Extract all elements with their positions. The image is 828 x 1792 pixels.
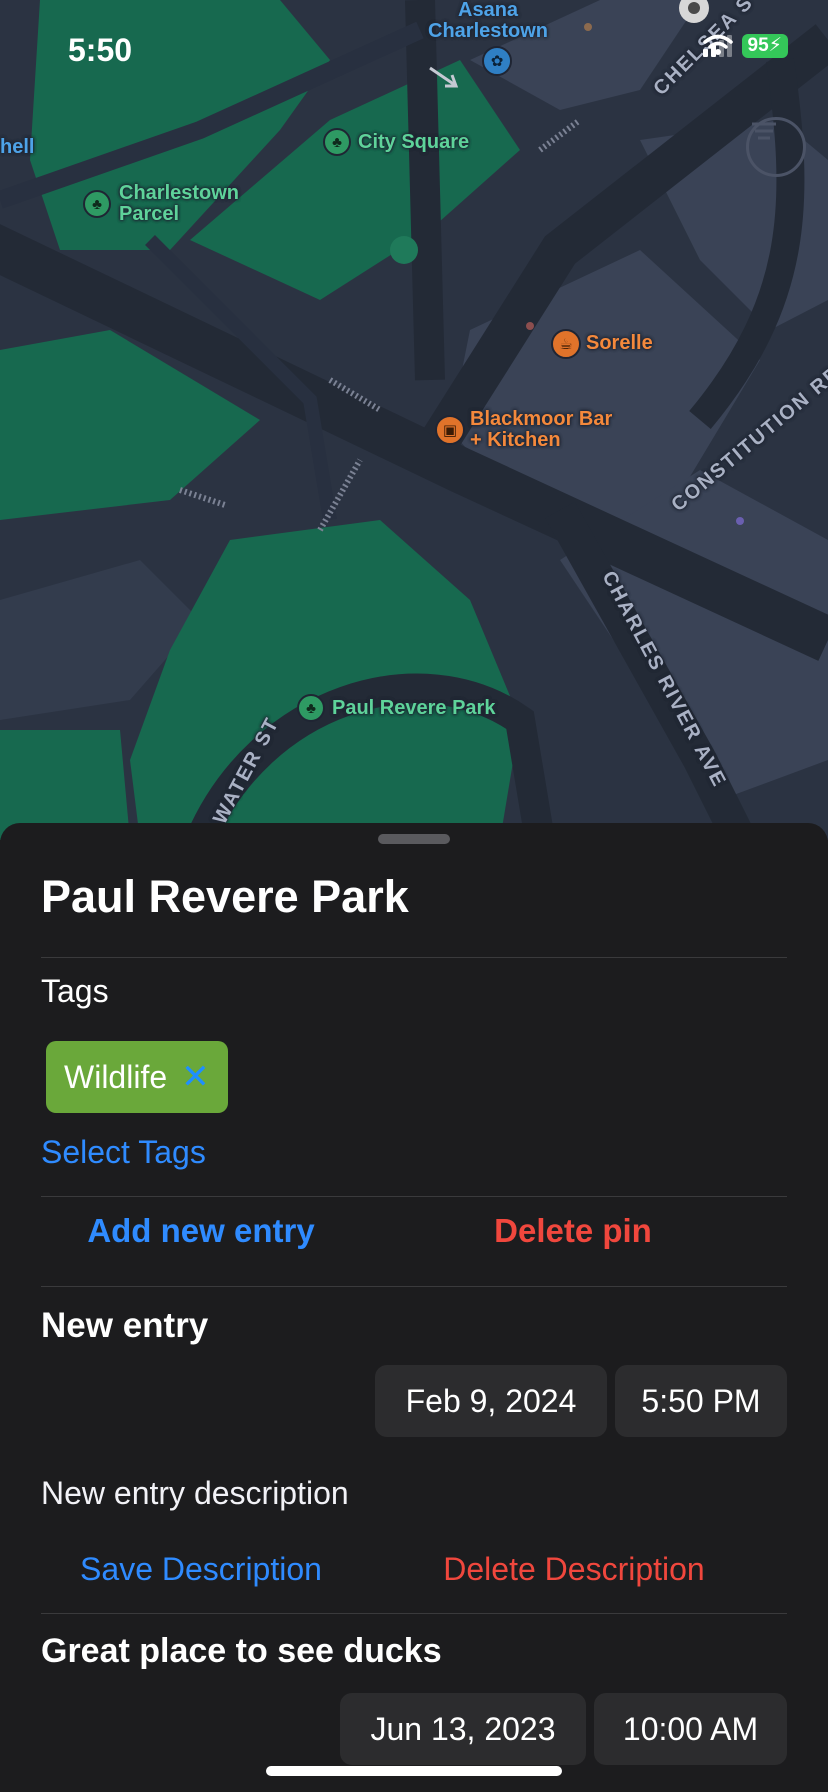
status-time: 5:50 [68, 32, 133, 68]
delete-pin-button[interactable]: Delete pin [413, 1212, 733, 1250]
list-icon [752, 122, 776, 140]
restaurant-poi-icon[interactable]: ▣ [435, 415, 465, 445]
map-label-asana[interactable]: Asana Charlestown [428, 0, 548, 42]
entry-time-picker[interactable]: 10:00 AM [594, 1693, 787, 1765]
home-indicator[interactable] [266, 1766, 562, 1776]
map-label-city-square[interactable]: City Square [358, 132, 469, 153]
save-description-button[interactable]: Save Description [41, 1551, 361, 1588]
park-poi-icon[interactable]: ♣ [323, 128, 351, 156]
map-label-sorelle[interactable]: Sorelle [586, 333, 653, 354]
divider [41, 1613, 787, 1614]
tags-label: Tags [41, 973, 109, 1009]
new-entry-heading: New entry [41, 1306, 209, 1345]
tag-chip-label: Wildlife [64, 1058, 168, 1095]
new-entry-time-picker[interactable]: 5:50 PM [615, 1365, 787, 1437]
pin-detail-sheet: Paul Revere Park Tags Wildlife ✕ Select … [0, 823, 828, 1792]
divider [41, 957, 787, 958]
map-label-blackmoor[interactable]: Blackmoor Bar + Kitchen [470, 409, 612, 451]
map-label-paul-revere-park[interactable]: Paul Revere Park [332, 698, 495, 719]
map-label-partial: hell [0, 136, 35, 158]
map-view[interactable]: ✿ Asana Charlestown ♣ City Square ♣ Char… [0, 0, 828, 840]
divider [41, 1286, 787, 1287]
status-icons: 95⚡ [702, 34, 788, 58]
map-label-charlestown-parcel[interactable]: Charlestown Parcel [119, 183, 239, 225]
new-entry-date-picker[interactable]: Feb 9, 2024 [375, 1365, 607, 1437]
cafe-poi-icon[interactable]: ☕ [551, 329, 581, 359]
select-tags-button[interactable]: Select Tags [41, 1134, 206, 1171]
place-title: Paul Revere Park [41, 871, 409, 922]
sheet-grabber[interactable] [378, 834, 450, 844]
battery-icon: 95⚡ [741, 34, 788, 58]
tag-chip-wildlife[interactable]: Wildlife ✕ [46, 1041, 228, 1113]
entry-date-picker[interactable]: Jun 13, 2023 [340, 1693, 586, 1765]
park-poi-icon[interactable]: ♣ [297, 694, 325, 722]
new-entry-description-field[interactable]: New entry description [41, 1475, 349, 1512]
remove-tag-icon[interactable]: ✕ [181, 1060, 210, 1094]
park-poi-icon[interactable]: ♣ [83, 190, 111, 218]
entry-description[interactable]: Great place to see ducks [41, 1632, 442, 1671]
divider [41, 1196, 787, 1197]
transit-poi-icon[interactable]: ✿ [482, 46, 512, 76]
wifi-icon [702, 34, 733, 55]
delete-description-button[interactable]: Delete Description [413, 1551, 735, 1588]
map-filter-button[interactable] [746, 117, 806, 177]
add-new-entry-button[interactable]: Add new entry [41, 1212, 361, 1250]
